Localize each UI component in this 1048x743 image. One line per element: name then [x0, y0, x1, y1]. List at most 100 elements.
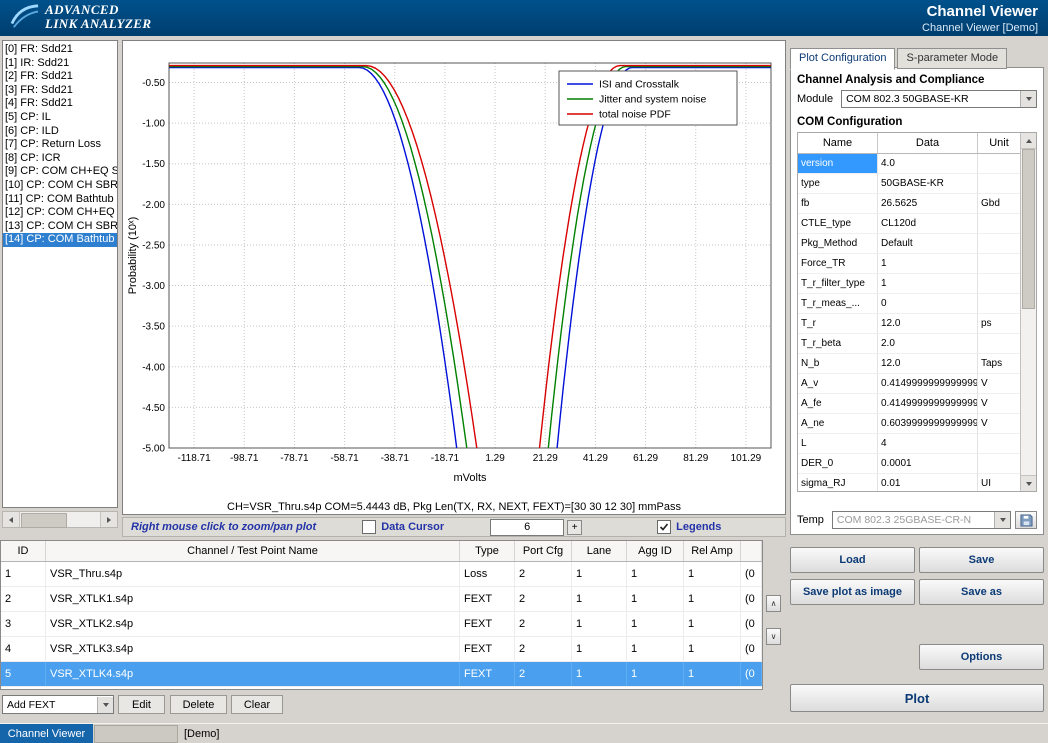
com-cell[interactable]: DER_0 — [798, 454, 878, 474]
com-cell[interactable]: 0.41499999999999998 — [878, 374, 978, 394]
com-cell[interactable]: T_r_beta — [798, 334, 878, 354]
com-cell[interactable]: L — [798, 434, 878, 454]
com-cell[interactable]: 4.0 — [878, 154, 978, 174]
com-row-Force_TR[interactable]: Force_TR1 — [798, 254, 1020, 274]
com-row-T_r_filter_type[interactable]: T_r_filter_type1 — [798, 274, 1020, 294]
com-cell[interactable] — [978, 254, 1020, 274]
sidebar-item-4[interactable]: [4] FR: Sdd21 — [3, 97, 117, 111]
com-cell[interactable]: Taps — [978, 354, 1020, 374]
channel-cell[interactable]: VSR_XTLK4.s4p — [46, 662, 460, 686]
com-cell[interactable] — [978, 234, 1020, 254]
channel-cell[interactable]: 1 — [572, 637, 627, 661]
channel-cell[interactable]: 1 — [572, 612, 627, 636]
channel-cell[interactable]: 2 — [515, 662, 572, 686]
channel-cell[interactable]: FEXT — [460, 612, 515, 636]
save-as-button[interactable]: Save as — [919, 579, 1044, 605]
com-cell[interactable]: 26.5625 — [878, 194, 978, 214]
channel-cell[interactable]: 2 — [1, 587, 46, 611]
com-cell[interactable]: CL120d — [878, 214, 978, 234]
sidebar-item-2[interactable]: [2] FR: Sdd21 — [3, 70, 117, 84]
channel-cell[interactable]: VSR_XTLK1.s4p — [46, 587, 460, 611]
channel-cell[interactable]: FEXT — [460, 637, 515, 661]
channel-cell[interactable]: 1 — [684, 587, 741, 611]
module-select[interactable]: COM 802.3 50GBASE-KR — [841, 90, 1037, 108]
save-button[interactable]: Save — [919, 547, 1044, 573]
com-cell[interactable]: UI — [978, 474, 1020, 492]
sidebar-item-11[interactable]: [11] CP: COM Bathtub — [3, 193, 117, 207]
sidebar-item-6[interactable]: [6] CP: ILD — [3, 125, 117, 139]
legends-checkbox[interactable] — [657, 520, 671, 534]
com-cell[interactable]: V — [978, 414, 1020, 434]
channel-row-VSR_XTLK2.s4p[interactable]: 3VSR_XTLK2.s4pFEXT2111(0 — [1, 612, 762, 637]
sidebar-item-12[interactable]: [12] CP: COM CH+EQ S — [3, 206, 117, 220]
load-button[interactable]: Load — [790, 547, 915, 573]
com-row-T_r_beta[interactable]: T_r_beta2.0 — [798, 334, 1020, 354]
com-row-A_fe[interactable]: A_fe0.41499999999999998V — [798, 394, 1020, 414]
channel-cell[interactable]: 1 — [627, 637, 684, 661]
result-list-scrollbar[interactable] — [2, 511, 118, 528]
com-row-DER_0[interactable]: DER_00.0001 — [798, 454, 1020, 474]
com-cell[interactable] — [978, 334, 1020, 354]
channel-cell[interactable]: 3 — [1, 612, 46, 636]
sidebar-item-10[interactable]: [10] CP: COM CH SBR — [3, 179, 117, 193]
com-cell[interactable]: ps — [978, 314, 1020, 334]
com-cell[interactable]: type — [798, 174, 878, 194]
com-cell[interactable]: A_ne — [798, 414, 878, 434]
com-cell[interactable]: T_r — [798, 314, 878, 334]
com-cell[interactable] — [978, 174, 1020, 194]
com-table-scrollbar[interactable] — [1020, 133, 1036, 491]
com-row-type[interactable]: type50GBASE-KR — [798, 174, 1020, 194]
com-cell[interactable]: CTLE_type — [798, 214, 878, 234]
channel-cell[interactable]: 1 — [684, 562, 741, 586]
com-cell[interactable] — [978, 154, 1020, 174]
channel-cell[interactable]: 1 — [627, 662, 684, 686]
scrollbar-thumb[interactable] — [21, 513, 67, 528]
com-cell[interactable]: 0.41499999999999998 — [878, 394, 978, 414]
channel-cell[interactable]: 1 — [572, 587, 627, 611]
com-row-L[interactable]: L4 — [798, 434, 1020, 454]
channel-cell[interactable]: 1 — [627, 612, 684, 636]
channel-row-VSR_XTLK1.s4p[interactable]: 2VSR_XTLK1.s4pFEXT2111(0 — [1, 587, 762, 612]
com-cell[interactable]: 2.0 — [878, 334, 978, 354]
com-cell[interactable]: Pkg_Method — [798, 234, 878, 254]
channel-cell[interactable]: VSR_XTLK3.s4p — [46, 637, 460, 661]
com-row-A_ne[interactable]: A_ne0.60399999999999998V — [798, 414, 1020, 434]
com-cell[interactable]: V — [978, 374, 1020, 394]
com-cell[interactable]: 12.0 — [878, 354, 978, 374]
move-row-down-button[interactable]: ∨ — [766, 628, 781, 645]
com-cell[interactable]: 0.60399999999999998 — [878, 414, 978, 434]
com-row-T_r[interactable]: T_r12.0ps — [798, 314, 1020, 334]
channel-cell[interactable]: Loss — [460, 562, 515, 586]
add-type-select[interactable]: Add FEXT — [2, 695, 114, 714]
channel-cell[interactable]: 1 — [627, 562, 684, 586]
channel-cell[interactable]: (0 — [741, 637, 762, 661]
channel-cell[interactable]: 1 — [1, 562, 46, 586]
com-row-A_v[interactable]: A_v0.41499999999999998V — [798, 374, 1020, 394]
increment-button[interactable]: + — [567, 520, 582, 535]
com-cell[interactable]: fb — [798, 194, 878, 214]
channel-row-VSR_Thru.s4p[interactable]: 1VSR_Thru.s4pLoss2111(0 — [1, 562, 762, 587]
channel-cell[interactable]: 1 — [572, 662, 627, 686]
channel-cell[interactable]: VSR_Thru.s4p — [46, 562, 460, 586]
channel-cell[interactable]: 2 — [515, 562, 572, 586]
tab-s-parameter-mode[interactable]: S-parameter Mode — [897, 48, 1007, 69]
channel-cell[interactable]: 5 — [1, 662, 46, 686]
channel-cell[interactable]: FEXT — [460, 587, 515, 611]
com-row-CTLE_type[interactable]: CTLE_typeCL120d — [798, 214, 1020, 234]
chevron-down-icon[interactable] — [97, 697, 113, 713]
scroll-down-icon[interactable] — [1021, 475, 1036, 491]
com-cell[interactable] — [978, 294, 1020, 314]
com-cell[interactable]: Gbd — [978, 194, 1020, 214]
channel-cell[interactable]: 2 — [515, 612, 572, 636]
save-temp-button[interactable] — [1015, 511, 1037, 529]
save-plot-as-image-button[interactable]: Save plot as image — [790, 579, 915, 605]
com-row-fb[interactable]: fb26.5625Gbd — [798, 194, 1020, 214]
tab-plot-configuration[interactable]: Plot Configuration — [790, 48, 895, 70]
data-cursor-checkbox[interactable] — [362, 520, 376, 534]
delete-button[interactable]: Delete — [170, 695, 227, 714]
com-cell[interactable]: 0 — [878, 294, 978, 314]
bathtub-plot[interactable]: -118.71-98.71-78.71-58.71-38.71-18.711.2… — [123, 41, 785, 494]
channel-row-VSR_XTLK4.s4p[interactable]: 5VSR_XTLK4.s4pFEXT2111(0 — [1, 662, 762, 687]
scroll-up-icon[interactable] — [1021, 133, 1036, 149]
com-row-Pkg_Method[interactable]: Pkg_MethodDefault — [798, 234, 1020, 254]
